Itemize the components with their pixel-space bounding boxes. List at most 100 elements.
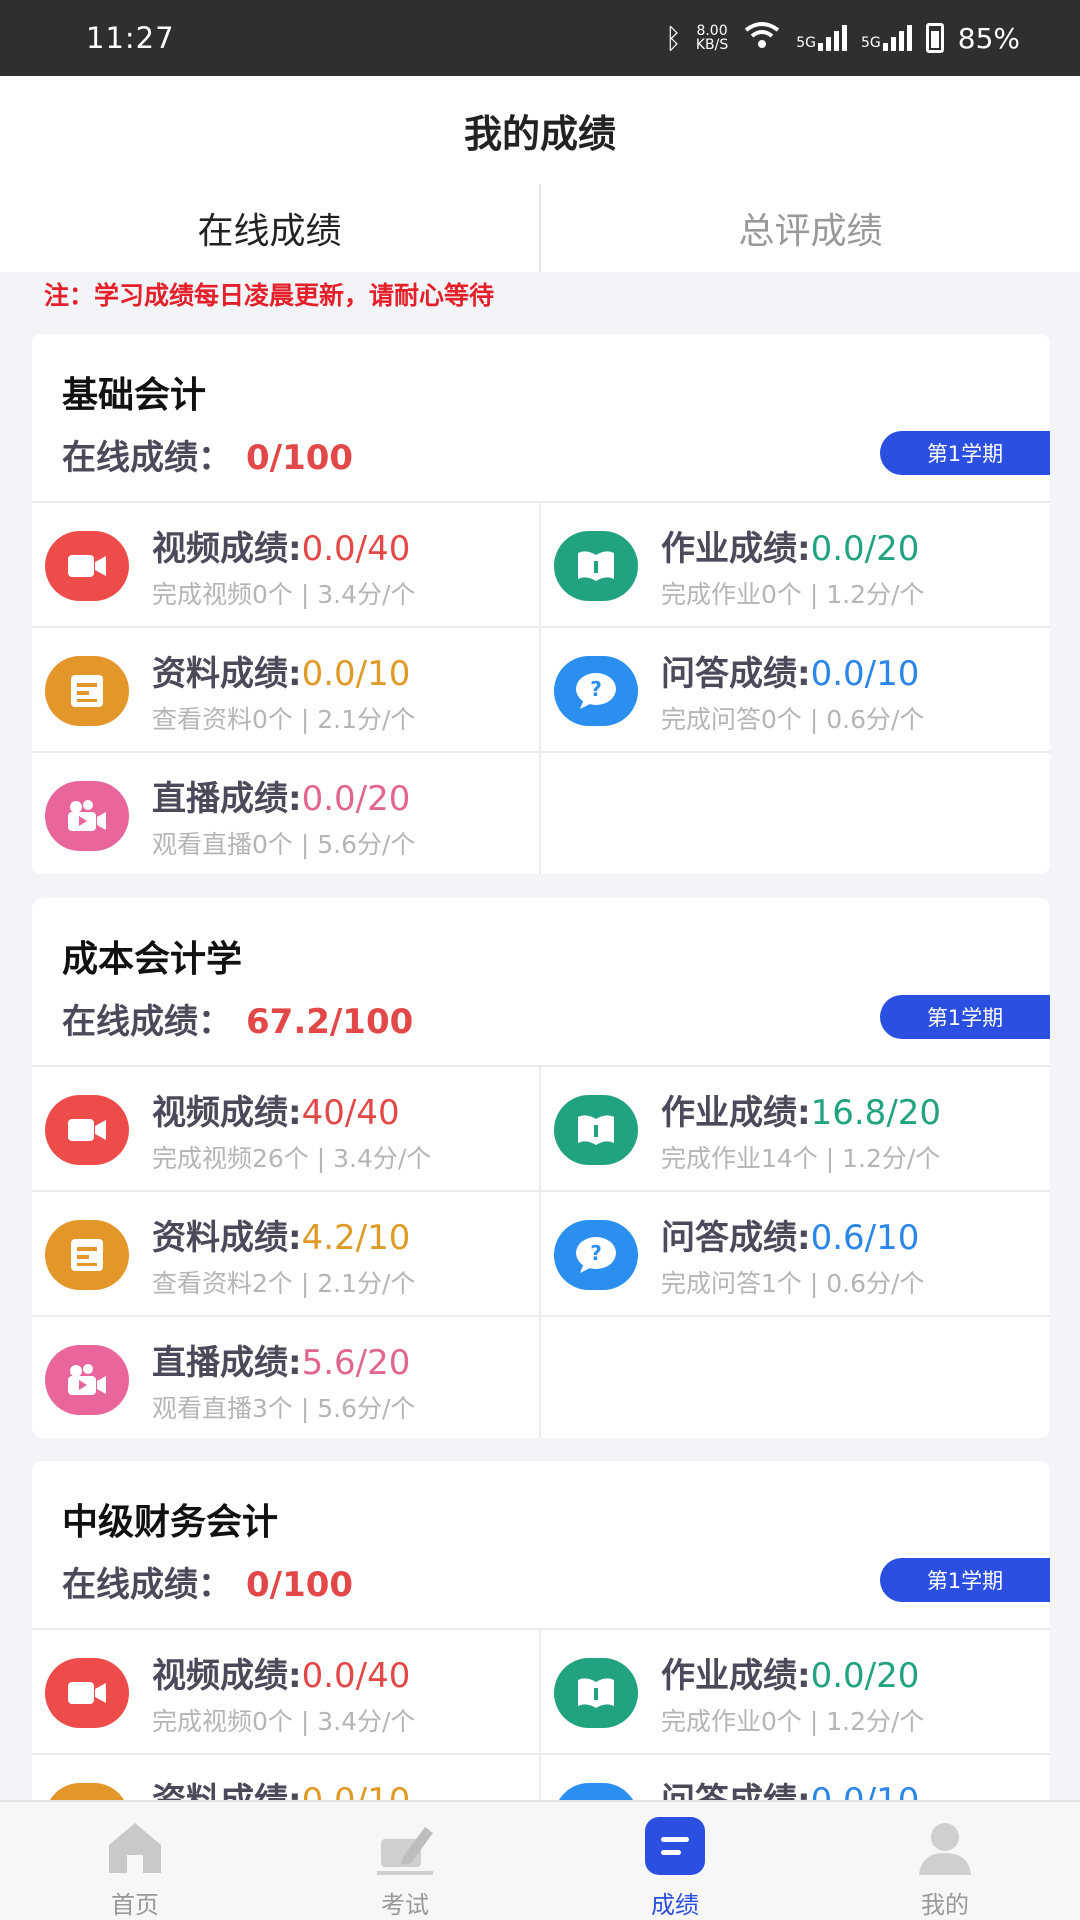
metric-cell: 直播成绩:0.0/20 观看直播0个 | 5.6分/个 bbox=[32, 753, 541, 874]
metric-title: 问答成绩:0.6/10 bbox=[661, 1210, 919, 1259]
metric-value: 0.0/20 bbox=[810, 1656, 920, 1696]
tab-online-score[interactable]: 在线成绩 bbox=[0, 184, 539, 272]
book-icon bbox=[554, 1095, 638, 1165]
metric-label: 作业成绩: bbox=[661, 1093, 811, 1133]
document-icon bbox=[45, 656, 129, 726]
live-camera-icon bbox=[45, 781, 129, 851]
metric-value: 4.2/10 bbox=[301, 1218, 411, 1258]
update-notice: 注：学习成绩每日凌晨更新，请耐心等待 bbox=[44, 281, 495, 310]
nav-exam[interactable]: 考试 bbox=[270, 1802, 540, 1920]
term-badge: 第1学期 bbox=[880, 1558, 1050, 1602]
metric-label: 直播成绩: bbox=[152, 779, 302, 819]
metric-title: 直播成绩:5.6/20 bbox=[152, 1335, 410, 1384]
online-score: 在线成绩： 67.2/100 bbox=[62, 994, 413, 1043]
online-score-value: 0/100 bbox=[246, 438, 354, 478]
metric-cell-empty bbox=[541, 1317, 1050, 1438]
metric-cell: 作业成绩:0.0/20 完成作业0个 | 1.2分/个 bbox=[541, 1630, 1050, 1755]
metric-grid: 视频成绩:40/40 完成视频26个 | 3.4分/个 作业成绩:16.8/20 完成… bbox=[32, 1065, 1050, 1438]
term-badge: 第1学期 bbox=[880, 995, 1050, 1039]
svg-text:?: ? bbox=[590, 1241, 602, 1265]
metric-title: 资料成绩:0.0/10 bbox=[152, 646, 410, 695]
course-name: 基础会计 bbox=[62, 375, 207, 416]
home-icon bbox=[102, 1816, 168, 1877]
metric-cell: 视频成绩:40/40 完成视频26个 | 3.4分/个 bbox=[32, 1067, 541, 1192]
metric-value: 0.6/10 bbox=[810, 1218, 920, 1258]
signal-icon: 5G bbox=[861, 25, 912, 51]
metric-cell-empty bbox=[541, 753, 1050, 874]
nav-mine[interactable]: 我的 bbox=[810, 1802, 1080, 1920]
battery-icon bbox=[925, 23, 944, 53]
metric-label: 直播成绩: bbox=[152, 1343, 302, 1383]
online-score: 在线成绩： 0/100 bbox=[62, 430, 353, 479]
course-card[interactable]: 基础会计在线成绩： 0/100 第1学期视频成绩:0.0/40 完成视频0个 | 3.… bbox=[32, 334, 1050, 874]
metric-cell: 视频成绩:0.0/40 完成视频0个 | 3.4分/个 bbox=[32, 503, 541, 628]
metric-title: 作业成绩:0.0/20 bbox=[661, 521, 919, 570]
video-camera-icon bbox=[45, 531, 129, 601]
metric-title: 视频成绩:0.0/40 bbox=[152, 521, 410, 570]
document-icon bbox=[45, 1220, 129, 1290]
metric-title: 资料成绩:4.2/10 bbox=[152, 1210, 410, 1259]
metric-cell: 作业成绩:0.0/20 完成作业0个 | 1.2分/个 bbox=[541, 503, 1050, 628]
metric-detail: 完成视频0个 | 3.4分/个 bbox=[152, 1707, 416, 1736]
metric-value: 0.0/20 bbox=[810, 529, 920, 569]
book-icon bbox=[554, 531, 638, 601]
wifi-icon bbox=[742, 20, 782, 57]
metric-cell: 资料成绩:4.2/10 查看资料2个 | 2.1分/个 bbox=[32, 1192, 541, 1317]
metric-cell: 资料成绩:0.0/10 查看资料0个 | 2.1分/个 bbox=[32, 628, 541, 753]
page-title: 我的成绩 bbox=[463, 111, 616, 156]
metric-label: 视频成绩: bbox=[152, 529, 302, 569]
course-card[interactable]: 成本会计学在线成绩： 67.2/100 第1学期视频成绩:40/40 完成视频26个 … bbox=[32, 898, 1050, 1438]
signal-icon: 5G bbox=[796, 25, 847, 51]
metric-value: 0.0/20 bbox=[301, 779, 411, 819]
metric-grid: 视频成绩:0.0/40 完成视频0个 | 3.4分/个 作业成绩:0.0/20 完成作… bbox=[32, 501, 1050, 874]
metric-label: 视频成绩: bbox=[152, 1656, 302, 1696]
metric-value: 16.8/20 bbox=[810, 1093, 942, 1133]
metric-title: 问答成绩:0.0/10 bbox=[661, 646, 919, 695]
status-bar: 11:27 ᛒ 8.00 KB/S 5G 5G 85% bbox=[0, 0, 1080, 76]
metric-detail: 完成视频26个 | 3.4分/个 bbox=[152, 1144, 432, 1173]
metric-label: 资料成绩: bbox=[152, 1218, 302, 1258]
online-score-value: 67.2/100 bbox=[246, 1002, 414, 1042]
question-bubble-icon: ? bbox=[554, 656, 638, 726]
grades-icon bbox=[642, 1816, 708, 1877]
term-badge: 第1学期 bbox=[880, 431, 1050, 475]
metric-detail: 完成作业0个 | 1.2分/个 bbox=[661, 580, 925, 609]
course-name: 成本会计学 bbox=[62, 939, 243, 980]
tab-overall-score[interactable]: 总评成绩 bbox=[541, 184, 1080, 272]
metric-title: 作业成绩:16.8/20 bbox=[661, 1085, 941, 1134]
metric-value: 0.0/10 bbox=[301, 654, 411, 694]
metric-title: 直播成绩:0.0/20 bbox=[152, 771, 410, 820]
metric-detail: 完成问答0个 | 0.6分/个 bbox=[661, 705, 925, 734]
header: 我的成绩 bbox=[0, 76, 1080, 184]
metric-title: 视频成绩:40/40 bbox=[152, 1085, 400, 1134]
bottom-nav: 首页 考试 成绩 我的 bbox=[0, 1800, 1080, 1920]
metric-value: 40/40 bbox=[301, 1093, 400, 1133]
bluetooth-icon: ᛒ bbox=[665, 21, 682, 55]
online-score-label: 在线成绩： bbox=[62, 438, 232, 478]
metric-value: 0.0/40 bbox=[301, 1656, 411, 1696]
tab-bar: 在线成绩 总评成绩 bbox=[0, 184, 1080, 272]
pencil-icon bbox=[372, 1816, 438, 1877]
metric-title: 视频成绩:0.0/40 bbox=[152, 1648, 410, 1697]
user-icon bbox=[912, 1816, 978, 1877]
video-camera-icon bbox=[45, 1658, 129, 1728]
metric-label: 资料成绩: bbox=[152, 654, 302, 694]
metric-detail: 查看资料2个 | 2.1分/个 bbox=[152, 1269, 416, 1298]
online-score-label: 在线成绩： bbox=[62, 1002, 232, 1042]
metric-detail: 完成问答1个 | 0.6分/个 bbox=[661, 1269, 925, 1298]
metric-label: 视频成绩: bbox=[152, 1093, 302, 1133]
online-score: 在线成绩： 0/100 bbox=[62, 1557, 353, 1606]
nav-grades[interactable]: 成绩 bbox=[540, 1802, 810, 1920]
metric-label: 作业成绩: bbox=[661, 529, 811, 569]
metric-detail: 查看资料0个 | 2.1分/个 bbox=[152, 705, 416, 734]
metric-label: 作业成绩: bbox=[661, 1656, 811, 1696]
online-score-value: 0/100 bbox=[246, 1565, 354, 1605]
metric-cell: 视频成绩:0.0/40 完成视频0个 | 3.4分/个 bbox=[32, 1630, 541, 1755]
metric-detail: 观看直播3个 | 5.6分/个 bbox=[152, 1394, 416, 1423]
metric-title: 作业成绩:0.0/20 bbox=[661, 1648, 919, 1697]
metric-value: 0.0/40 bbox=[301, 529, 411, 569]
metric-label: 问答成绩: bbox=[661, 1218, 811, 1258]
metric-label: 问答成绩: bbox=[661, 654, 811, 694]
metric-detail: 观看直播0个 | 5.6分/个 bbox=[152, 830, 416, 859]
nav-home[interactable]: 首页 bbox=[0, 1802, 270, 1920]
